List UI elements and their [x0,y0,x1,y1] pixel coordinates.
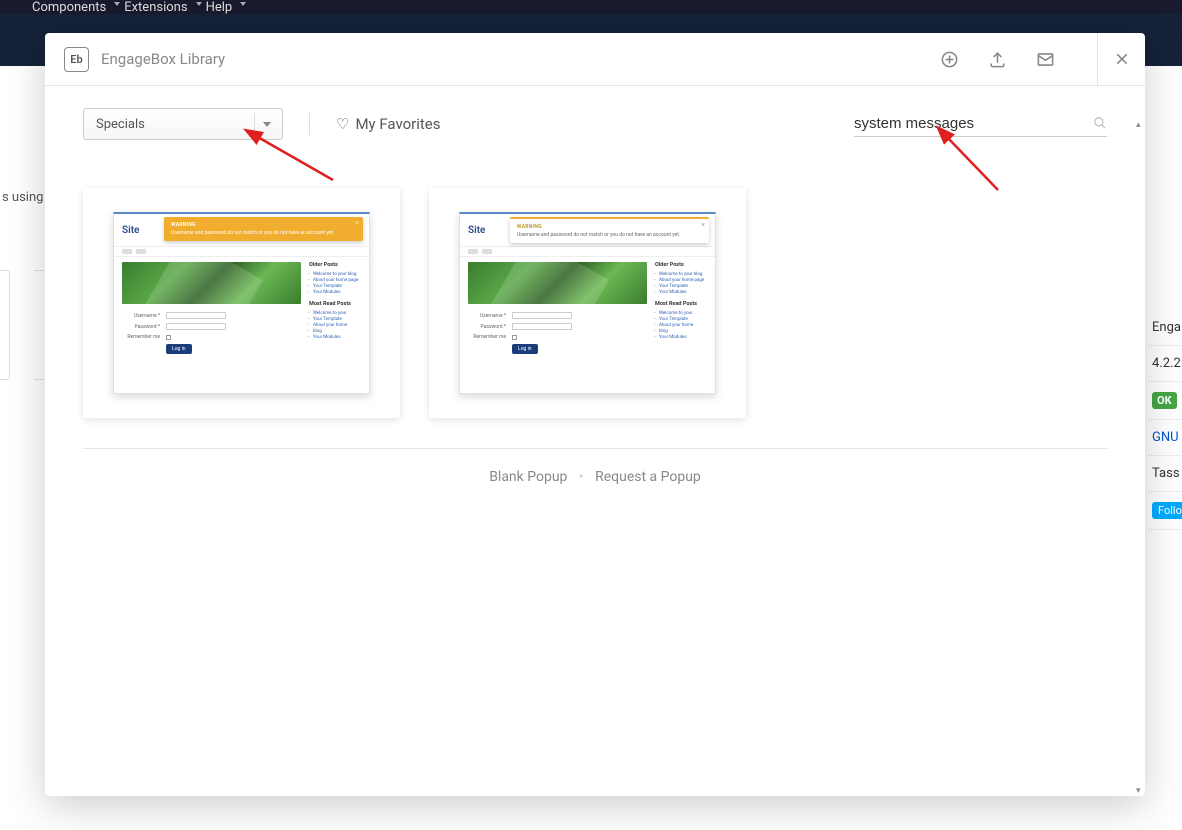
my-favorites-toggle[interactable]: ♡ My Favorites [336,115,441,133]
chevron-down-icon [254,113,278,135]
search-icon[interactable] [1093,115,1107,134]
filter-divider [309,113,310,135]
engagebox-logo: Eb [64,47,89,72]
preview-older-list: Welcome to your blog About your home pag… [655,271,707,295]
preview-older-list: Welcome to your blog About your home pag… [309,271,361,295]
preview-login-button: Log in [512,344,538,354]
heart-icon: ♡ [336,115,349,133]
modal-body: Specials ♡ My Favorites Si [45,86,1145,796]
modal-header: Eb EngageBox Library [45,33,1145,86]
preview-tabs [460,246,715,257]
template-preview: Site WARNING Username and password do no… [113,212,370,394]
toast-title: WARNING [517,224,702,230]
footer-separator: • [579,469,584,485]
template-card[interactable]: Site WARNING Username and password do no… [429,188,746,418]
close-section [1097,33,1145,86]
filter-row: Specials ♡ My Favorites [83,108,1107,140]
add-icon[interactable] [939,49,959,69]
preview-sitename: Site [122,225,139,236]
header-actions [939,33,1145,86]
template-card[interactable]: Site WARNING Username and password do no… [83,188,400,418]
preview-toast-white: WARNING Username and password do not mat… [510,217,709,243]
sidebar-version: 4.2.2 [1148,346,1182,382]
sidebar-product: Enga [1148,310,1182,346]
search-input[interactable] [854,111,1107,136]
background-card-edge-2 [34,270,44,380]
preview-login-form: Username * Password * Remember me Log in [468,312,647,354]
preview-login-form: Username * Password * Remember me Log in [122,312,301,354]
scroll-down-icon[interactable]: ▾ [1136,786,1144,794]
toast-message: Username and password do not match or yo… [171,230,356,236]
ok-badge: OK [1152,392,1177,409]
toast-close-icon: × [701,221,705,229]
background-text-fragment: s using [0,190,43,205]
follow-badge[interactable]: Follo [1152,502,1182,519]
toast-message: Username and password do not match or yo… [517,232,702,238]
close-icon[interactable] [1112,49,1132,69]
preview-toast-yellow: WARNING Username and password do not mat… [164,217,363,241]
background-card-edge [0,270,10,380]
template-preview: Site WARNING Username and password do no… [459,212,716,394]
template-cards: Site WARNING Username and password do no… [83,188,1107,448]
preview-hero-image [468,262,647,304]
sidebar-license[interactable]: GNU [1148,420,1182,456]
category-dropdown[interactable]: Specials [83,108,283,140]
modal-footer-links: Blank Popup • Request a Popup [83,448,1107,485]
mail-icon[interactable] [1035,49,1055,69]
library-modal: Eb EngageBox Library ▴ Specials [45,33,1145,796]
sidebar-status-row: OK [1148,382,1182,420]
preview-tabs [114,246,369,257]
category-dropdown-value: Specials [96,117,145,132]
preview-login-button: Log in [166,344,192,354]
preview-mostread-list: Welcome to your Your Template About your… [655,310,707,340]
toast-close-icon: × [355,219,359,227]
favorites-label: My Favorites [355,115,440,133]
search-wrap [854,111,1107,137]
preview-hero-image [122,262,301,304]
blank-popup-link[interactable]: Blank Popup [481,469,575,485]
preview-mostread-list: Welcome to your Your Template About your… [309,310,361,340]
top-menu-bar: Components Extensions Help [0,0,1182,14]
sidebar-follow-row: Follo [1148,492,1182,530]
preview-sitename: Site [468,225,485,236]
background-right-sidebar: Enga 4.2.2 OK GNU Tass Follo [1148,310,1182,530]
sidebar-author: Tass [1148,456,1182,492]
toast-title: WARNING [171,222,356,228]
request-popup-link[interactable]: Request a Popup [587,469,709,485]
modal-title: EngageBox Library [101,50,939,68]
upload-icon[interactable] [987,49,1007,69]
